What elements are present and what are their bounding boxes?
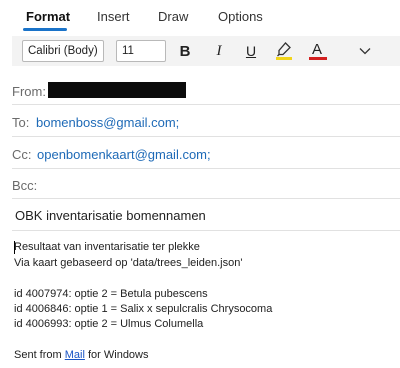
body-line[interactable]: id 4007974: optie 2 = Betula pubescens bbox=[14, 288, 208, 300]
divider bbox=[12, 168, 400, 169]
cc-recipient[interactable]: openbomenkaart@gmail.com; bbox=[37, 147, 211, 162]
body-line[interactable]: id 4006993: optie 2 = Ulmus Columella bbox=[14, 318, 203, 330]
body-line[interactable]: Via kaart gebaseerd op 'data/trees_leide… bbox=[14, 257, 242, 269]
font-size-select[interactable]: 11 bbox=[116, 40, 166, 62]
bold-button[interactable]: B bbox=[174, 39, 196, 63]
underline-icon: U bbox=[245, 43, 257, 59]
tab-options[interactable]: Options bbox=[218, 9, 263, 24]
signature: Sent from Mail for Windows bbox=[14, 349, 149, 361]
tab-draw[interactable]: Draw bbox=[158, 9, 188, 24]
to-recipient[interactable]: bomenboss@gmail.com; bbox=[36, 115, 179, 130]
active-tab-indicator bbox=[23, 28, 67, 31]
chevron-down-icon bbox=[359, 48, 371, 55]
bcc-label: Bcc: bbox=[12, 178, 38, 193]
format-toolbar: Calibri (Body) 11 B I U A bbox=[12, 36, 400, 66]
ribbon-tabs: Format Insert Draw Options bbox=[0, 0, 400, 34]
highlight-button[interactable] bbox=[273, 39, 295, 63]
font-color-icon: A bbox=[309, 40, 327, 62]
subject-field[interactable]: OBK inventarisatie bomennamen bbox=[15, 208, 206, 223]
highlighter-icon bbox=[276, 42, 292, 60]
signature-prefix: Sent from bbox=[14, 349, 65, 361]
more-options-button[interactable] bbox=[354, 39, 376, 63]
font-family-select[interactable]: Calibri (Body) bbox=[22, 40, 104, 62]
italic-icon: I bbox=[216, 42, 222, 59]
mail-link[interactable]: Mail bbox=[65, 349, 85, 361]
divider bbox=[12, 198, 400, 199]
divider bbox=[12, 136, 400, 137]
italic-button[interactable]: I bbox=[208, 39, 230, 63]
signature-suffix: for Windows bbox=[84, 349, 149, 361]
underline-button[interactable]: U bbox=[240, 39, 262, 63]
divider bbox=[12, 104, 400, 105]
from-redacted-address bbox=[48, 82, 186, 98]
to-label: To: bbox=[12, 115, 30, 130]
tab-insert[interactable]: Insert bbox=[97, 9, 130, 24]
bold-icon: B bbox=[179, 42, 191, 60]
divider bbox=[12, 230, 400, 231]
font-color-button[interactable]: A bbox=[307, 39, 329, 63]
from-label: From: bbox=[12, 84, 46, 99]
body-line[interactable]: id 4006846: optie 1 = Salix x sepulcrali… bbox=[14, 303, 272, 315]
cc-label: Cc: bbox=[12, 147, 32, 162]
tab-format[interactable]: Format bbox=[26, 9, 70, 24]
body-line[interactable]: Resultaat van inventarisatie ter plekke bbox=[14, 241, 200, 253]
